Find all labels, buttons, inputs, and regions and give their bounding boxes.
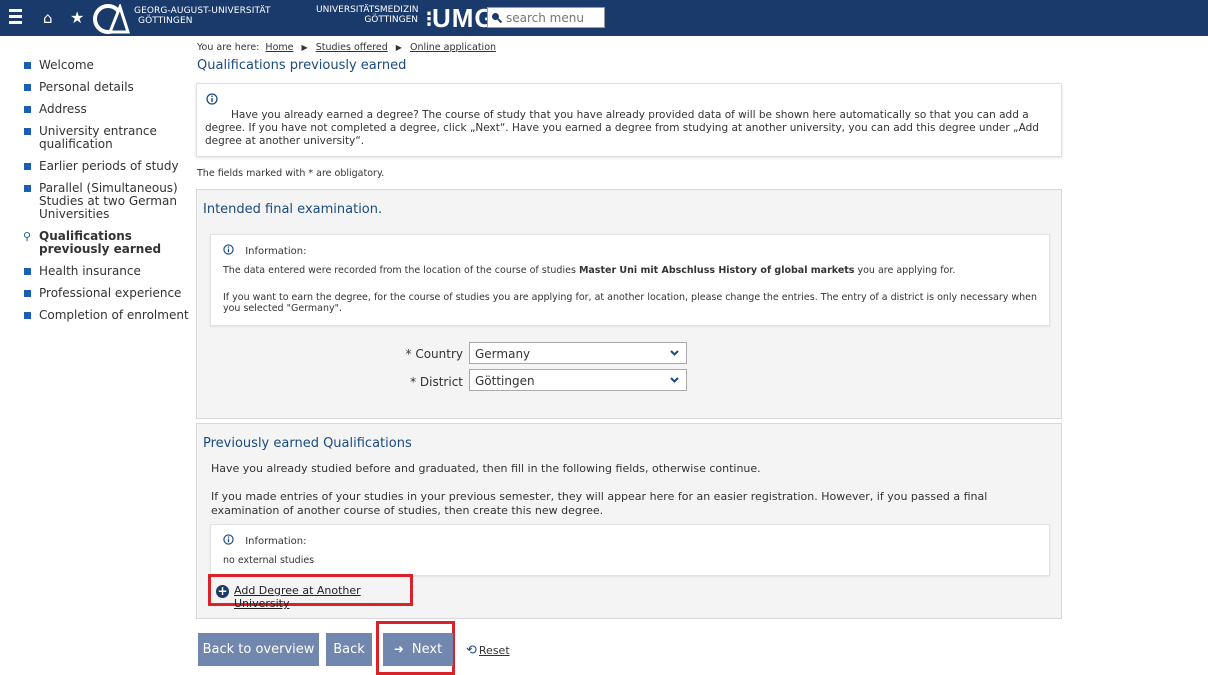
add-degree-link[interactable]: + Add Degree at Another University: [208, 574, 413, 610]
sidebar-item-health-insurance[interactable]: Health insurance: [24, 265, 194, 278]
plus-circle-icon: +: [216, 584, 229, 598]
chevron-down-icon: [670, 377, 679, 383]
top-bar: ⌂ ★ GEORG-AUGUST-UNIVERSITÄT GÖTTINGEN U…: [0, 0, 1208, 36]
sidebar-item-professional-experience[interactable]: Professional experience: [24, 287, 194, 300]
page-title: Qualifications previously earned: [197, 58, 407, 73]
obligatory-note: The fields marked with * are obligatory.: [197, 168, 385, 179]
bullet-icon: [24, 290, 31, 297]
district-label: * District: [410, 375, 463, 389]
info-label: Information:: [245, 246, 307, 257]
info-box: Information: The data entered were recor…: [210, 234, 1050, 326]
sidebar-item-address[interactable]: Address: [24, 103, 194, 116]
sidebar-item-entrance-qualification[interactable]: University entrance qualification: [24, 125, 194, 151]
country-label: * Country: [405, 347, 464, 361]
info-icon: [223, 244, 234, 255]
home-icon[interactable]: ⌂: [43, 9, 53, 27]
section-title: Previously earned Qualifications: [203, 436, 412, 451]
location-pin-icon: ⚲: [23, 230, 32, 243]
university-logo[interactable]: [90, 4, 130, 34]
info-box: Information: no external studies: [210, 524, 1050, 576]
umg-name: UNIVERSITÄTSMEDIZIN GÖTTINGEN: [316, 5, 419, 25]
add-degree-label[interactable]: Add Degree at Another University: [234, 584, 410, 610]
bullet-icon: [24, 268, 31, 275]
section-text: Have you already studied before and grad…: [211, 462, 761, 475]
country-select[interactable]: Germany: [469, 342, 687, 364]
reset-icon: ⟲: [466, 643, 477, 658]
sidebar-item-welcome[interactable]: Welcome: [24, 59, 194, 72]
university-name: GEORG-AUGUST-UNIVERSITÄT GÖTTINGEN: [134, 6, 271, 26]
back-button[interactable]: Back: [326, 633, 372, 666]
info-icon: [206, 93, 218, 105]
section-text: If you made entries of your studies in y…: [211, 490, 988, 517]
sidebar-item-completion[interactable]: Completion of enrolment: [24, 309, 194, 322]
bullet-icon: [24, 106, 31, 113]
info-label: Information:: [245, 536, 307, 547]
chevron-right-icon: ▶: [301, 43, 308, 52]
sidebar-item-earlier-periods[interactable]: Earlier periods of study: [24, 160, 194, 173]
sidebar-item-personal-details[interactable]: Personal details: [24, 81, 194, 94]
section-title: Intended final examination.: [203, 202, 383, 217]
intended-exam-panel: Intended final examination. Information:…: [196, 189, 1062, 419]
back-to-overview-button[interactable]: Back to overview: [198, 633, 319, 666]
arrow-right-icon: ➜: [393, 642, 404, 656]
breadcrumb: You are here: Home ▶ Studies offered ▶ O…: [197, 42, 497, 53]
bullet-icon: [24, 62, 31, 69]
sidebar-item-parallel-studies[interactable]: Parallel (Simultaneous) Studies at two G…: [24, 182, 194, 221]
sidebar-item-qualifications[interactable]: ⚲ Qualifications previously earned: [23, 230, 194, 256]
bullet-icon: [24, 312, 31, 319]
search-icon: [492, 13, 502, 23]
intro-text: Have you already earned a degree? The co…: [205, 109, 1039, 147]
search-input[interactable]: [506, 9, 601, 26]
info-text: no external studies: [223, 555, 315, 566]
bullet-icon: [24, 185, 31, 192]
bullet-icon: [24, 128, 31, 135]
intro-info-box: Have you already earned a degree? The co…: [196, 83, 1062, 157]
next-button[interactable]: ➜ Next: [383, 633, 453, 666]
sidebar: Welcome Personal details Address Univers…: [23, 59, 194, 331]
menu-icon[interactable]: [9, 9, 22, 25]
search-box[interactable]: [487, 7, 605, 28]
district-select[interactable]: Göttingen: [469, 369, 687, 391]
chevron-down-icon: [670, 350, 679, 356]
info-text: The data entered were recorded from the …: [223, 265, 956, 276]
star-icon[interactable]: ★: [70, 8, 84, 27]
chevron-right-icon: ▶: [395, 43, 402, 52]
reset-link[interactable]: ⟲ Reset: [466, 643, 510, 658]
breadcrumb-home[interactable]: Home: [265, 42, 293, 53]
breadcrumb-studies-offered[interactable]: Studies offered: [316, 42, 388, 53]
info-text: If you want to earn the degree, for the …: [223, 292, 1038, 314]
breadcrumb-online-application[interactable]: Online application: [410, 42, 496, 53]
info-icon: [223, 534, 234, 545]
bullet-icon: [24, 84, 31, 91]
bullet-icon: [24, 163, 31, 170]
